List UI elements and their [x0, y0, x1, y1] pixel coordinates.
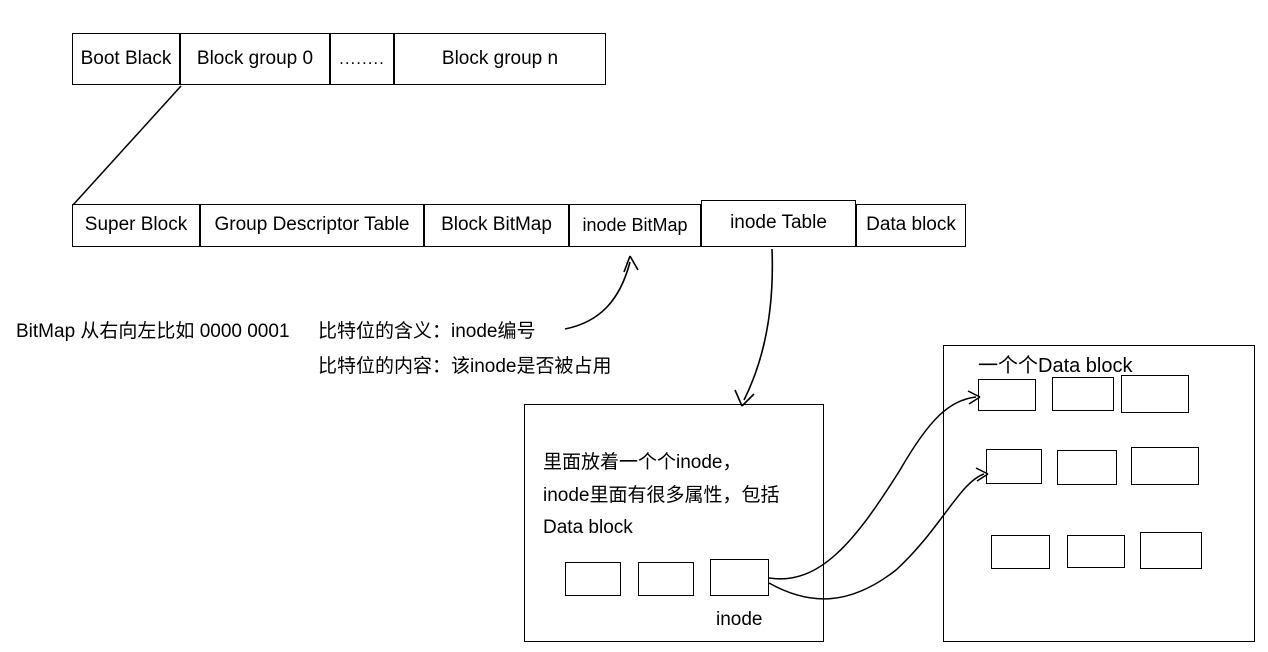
data-block-8[interactable]: [1067, 535, 1125, 568]
data-block-6[interactable]: [1131, 447, 1199, 485]
cell-inode-table[interactable]: inode Table: [701, 200, 856, 247]
inode-table-panel: 里面放着一个个inode， inode里面有很多属性，包括 Data block: [524, 404, 824, 642]
cell-super-block-label: Super Block: [84, 214, 188, 236]
expansion-line: [72, 85, 182, 206]
cell-inode-table-label: inode Table: [730, 212, 827, 234]
note-bitmap: BitMap 从右向左比如 0000 0001: [16, 321, 290, 342]
diagram-canvas: Boot Black Block group 0 ........ Block …: [0, 0, 1268, 652]
cell-group-descriptor-table-label: Group Descriptor Table: [214, 214, 410, 236]
cell-block-group-0[interactable]: Block group 0: [180, 33, 330, 85]
cell-block-bitmap[interactable]: Block BitMap: [424, 204, 569, 247]
inode-panel-description-line-3: Data block: [543, 517, 633, 539]
cell-super-block[interactable]: Super Block: [72, 204, 200, 247]
data-block-7[interactable]: [991, 535, 1050, 569]
cell-data-block-label: Data block: [866, 214, 956, 236]
data-block-3[interactable]: [1121, 375, 1189, 413]
inode-box-2[interactable]: [638, 562, 694, 596]
cell-boot-block[interactable]: Boot Black: [72, 33, 180, 85]
data-block-2[interactable]: [1052, 377, 1114, 411]
data-block-4[interactable]: [986, 449, 1042, 484]
inode-box-1[interactable]: [565, 562, 621, 596]
cell-ellipsis-label: ........: [339, 48, 385, 68]
cell-block-group-0-label: Block group 0: [196, 47, 314, 69]
cell-inode-bitmap[interactable]: inode BitMap: [569, 204, 701, 247]
inode-panel-description: 里面放着一个个inode， inode里面有很多属性，包括 Data block: [543, 447, 780, 545]
cell-block-group-n[interactable]: Block group n: [394, 33, 606, 85]
arrow-inode-table-to-panel: [743, 248, 774, 401]
cell-block-group-n-label: Block group n: [441, 47, 559, 69]
data-block-1[interactable]: [978, 379, 1036, 411]
cell-data-block[interactable]: Data block: [856, 204, 966, 247]
inode-panel-description-line-2: inode里面有很多属性，包括: [543, 484, 780, 506]
inode-panel-description-line-1: 里面放着一个个inode，: [543, 452, 742, 473]
data-block-9[interactable]: [1140, 532, 1202, 569]
inode-box-3[interactable]: [710, 559, 769, 596]
data-block-5[interactable]: [1057, 450, 1117, 485]
cell-boot-block-label: Boot Black: [80, 47, 172, 69]
note-bit-content: 比特位的内容：该inode是否被占用: [318, 356, 612, 377]
inode-label: inode: [716, 609, 763, 630]
note-bit-meaning: 比特位的含义：inode编号: [318, 321, 536, 342]
arrow-bitmap-to-inode-bitmap: [564, 261, 631, 330]
cell-block-bitmap-label: Block BitMap: [441, 214, 552, 236]
cell-ellipsis: ........: [330, 33, 394, 85]
cell-group-descriptor-table[interactable]: Group Descriptor Table: [200, 204, 424, 247]
cell-inode-bitmap-label: inode BitMap: [582, 214, 688, 235]
